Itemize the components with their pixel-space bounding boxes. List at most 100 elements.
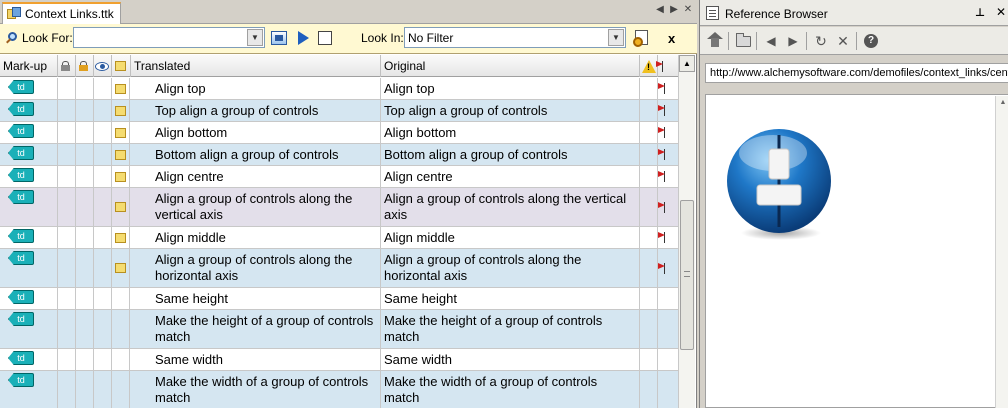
table-row[interactable]: td Align a group of controls along the ho… <box>0 249 678 288</box>
markup-cell[interactable]: td <box>0 100 58 121</box>
flag-cell[interactable] <box>658 144 678 165</box>
scroll-right-icon[interactable]: ▶ <box>669 4 679 15</box>
flag-cell[interactable] <box>658 78 678 99</box>
flag-cell[interactable] <box>658 249 678 287</box>
markup-cell[interactable]: td <box>0 310 58 348</box>
translated-cell[interactable]: Align middle <box>131 227 381 248</box>
column-flag[interactable] <box>658 55 678 77</box>
web-view-scrollbar[interactable]: ▲ <box>995 96 1008 408</box>
markup-cell[interactable]: td <box>0 188 58 226</box>
help-button[interactable]: ? <box>862 32 880 50</box>
table-row[interactable]: td Align top Align top <box>0 78 678 100</box>
flag-cell[interactable] <box>658 310 678 348</box>
column-visibility[interactable] <box>94 55 112 77</box>
flag-cell[interactable] <box>658 188 678 226</box>
note-cell[interactable] <box>112 144 130 165</box>
markup-cell[interactable]: td <box>0 288 58 309</box>
column-lock-gold[interactable] <box>76 55 94 77</box>
table-row[interactable]: td Same width Same width <box>0 349 678 371</box>
refresh-button[interactable]: ↻ <box>812 32 830 50</box>
translated-cell[interactable]: Bottom align a group of controls <box>131 144 381 165</box>
back-button[interactable]: ◀ <box>762 32 780 50</box>
scrollbar-thumb[interactable] <box>680 200 694 350</box>
note-cell[interactable] <box>112 78 130 99</box>
markup-cell[interactable]: td <box>0 349 58 370</box>
table-row[interactable]: td Align a group of controls along the ve… <box>0 188 678 227</box>
translated-cell[interactable]: Align centre <box>131 166 381 187</box>
flag-cell[interactable] <box>658 288 678 309</box>
filter-settings-button[interactable] <box>632 29 652 47</box>
translated-cell[interactable]: Same height <box>131 288 381 309</box>
flag-cell[interactable] <box>658 100 678 121</box>
translated-cell[interactable]: Align a group of controls along the vert… <box>131 188 381 226</box>
translated-cell[interactable]: Top align a group of controls <box>131 100 381 121</box>
table-row[interactable]: td Align middle Align middle <box>0 227 678 249</box>
home-button[interactable] <box>706 32 724 50</box>
find-button[interactable] <box>270 29 288 47</box>
look-in-combo[interactable]: No Filter ▼ <box>404 27 626 48</box>
translated-cell[interactable]: Align bottom <box>131 122 381 143</box>
close-search-button[interactable]: x <box>668 31 675 46</box>
flag-cell[interactable] <box>658 371 678 408</box>
document-tab[interactable]: Context Links.ttk <box>2 2 121 24</box>
column-lock[interactable] <box>58 55 76 77</box>
note-cell[interactable] <box>112 249 130 287</box>
visibility-cell <box>94 310 112 348</box>
lock-cell <box>58 371 76 408</box>
find-next-button[interactable] <box>294 29 312 47</box>
note-cell[interactable] <box>112 371 130 408</box>
url-bar[interactable]: http://www.alchemysoftware.com/demofiles… <box>705 63 1008 83</box>
column-original[interactable]: Original <box>381 55 640 77</box>
visibility-cell <box>94 349 112 370</box>
scroll-left-icon[interactable]: ◀ <box>655 4 665 15</box>
note-cell[interactable] <box>112 100 130 121</box>
markup-cell[interactable]: td <box>0 249 58 287</box>
column-translated[interactable]: Translated <box>131 55 381 77</box>
flag-cell[interactable] <box>658 227 678 248</box>
markup-cell[interactable]: td <box>0 166 58 187</box>
column-markup[interactable]: Mark-up <box>0 55 58 77</box>
table-row[interactable]: td Make the width of a group of controls … <box>0 371 678 408</box>
flag-cell[interactable] <box>658 166 678 187</box>
markup-cell[interactable]: td <box>0 371 58 408</box>
markup-cell[interactable]: td <box>0 122 58 143</box>
note-cell[interactable] <box>112 166 130 187</box>
note-cell[interactable] <box>112 227 130 248</box>
chevron-down-icon[interactable]: ▼ <box>608 29 624 46</box>
translated-cell[interactable]: Make the width of a group of controls ma… <box>131 371 381 408</box>
chevron-down-icon[interactable]: ▼ <box>247 29 263 46</box>
table-row[interactable]: td Bottom align a group of controls Bottom… <box>0 144 678 166</box>
table-row[interactable]: td Same height Same height <box>0 288 678 310</box>
flag-cell[interactable] <box>658 349 678 370</box>
stop-button[interactable]: ✕ <box>834 32 852 50</box>
note-cell[interactable] <box>112 188 130 226</box>
translated-cell[interactable]: Align top <box>131 78 381 99</box>
table-row[interactable]: td Make the height of a group of controls… <box>0 310 678 349</box>
translated-cell[interactable]: Same width <box>131 349 381 370</box>
note-cell[interactable] <box>112 310 130 348</box>
grid-scrollbar[interactable]: ▲ <box>678 55 695 408</box>
flag-cell[interactable] <box>658 122 678 143</box>
note-cell[interactable] <box>112 288 130 309</box>
table-row[interactable]: td Align bottom Align bottom <box>0 122 678 144</box>
scroll-up-icon[interactable]: ▲ <box>679 55 695 72</box>
note-cell[interactable] <box>112 122 130 143</box>
note-cell[interactable] <box>112 349 130 370</box>
markup-cell[interactable]: td <box>0 144 58 165</box>
column-note[interactable] <box>112 55 131 77</box>
close-tab-icon[interactable]: ✕ <box>683 4 693 15</box>
translated-cell[interactable]: Make the height of a group of controls m… <box>131 310 381 348</box>
table-row[interactable]: td Top align a group of controls Top align… <box>0 100 678 122</box>
close-icon[interactable]: ✕ <box>996 5 1006 19</box>
table-row[interactable]: td Align centre Align centre <box>0 166 678 188</box>
open-button[interactable] <box>734 32 752 50</box>
forward-button[interactable]: ▶ <box>784 32 802 50</box>
scroll-up-icon[interactable]: ▲ <box>996 96 1008 110</box>
pin-icon[interactable]: ⊥ <box>975 6 985 19</box>
toggle-button[interactable] <box>316 29 334 47</box>
markup-cell[interactable]: td <box>0 227 58 248</box>
look-for-combo[interactable]: ▼ <box>73 27 265 48</box>
markup-cell[interactable]: td <box>0 78 58 99</box>
translated-cell[interactable]: Align a group of controls along the hori… <box>131 249 381 287</box>
flag-icon <box>663 127 673 138</box>
